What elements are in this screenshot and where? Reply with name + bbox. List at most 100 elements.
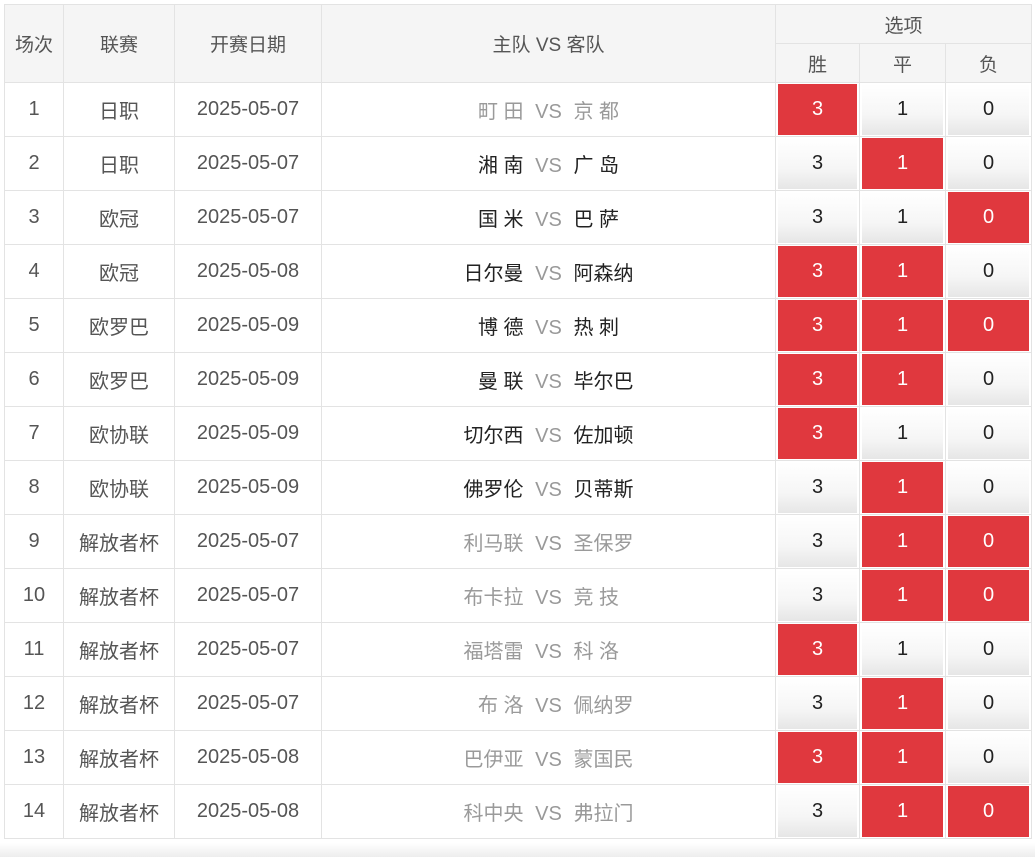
table-row: 4 欧冠 2025-05-08 日尔曼 VS 阿森纳 3 1 0 <box>4 244 1033 299</box>
option-lose-button[interactable]: 0 <box>948 624 1030 675</box>
match-date: 2025-05-08 <box>174 730 322 785</box>
option-draw-cell: 1 <box>859 730 946 785</box>
option-lose-button[interactable]: 0 <box>948 84 1030 135</box>
option-draw-cell: 1 <box>859 82 946 137</box>
option-draw-button[interactable]: 1 <box>862 732 943 783</box>
bottom-fade <box>0 843 1035 857</box>
option-draw-button[interactable]: 1 <box>862 678 943 729</box>
option-draw-button[interactable]: 1 <box>862 516 943 567</box>
option-lose-cell: 0 <box>944 352 1033 407</box>
table-row: 10 解放者杯 2025-05-07 布卡拉 VS 竞 技310 <box>4 568 1033 623</box>
table-row: 13 解放者杯 2025-05-08 巴伊亚 VS 蒙国民 3 1 0 <box>4 730 1033 785</box>
match-index: 6 <box>4 352 64 407</box>
option-draw-button[interactable]: 1 <box>862 408 943 459</box>
match-index: 2 <box>4 136 64 191</box>
home-team: 博 德 <box>477 317 524 339</box>
option-lose-button[interactable]: 0 <box>948 408 1030 459</box>
header-options: 选项 <box>774 4 1033 44</box>
option-win-cell: 3 <box>775 136 860 191</box>
match-date: 2025-05-08 <box>174 784 322 839</box>
match-index: 5 <box>4 298 64 353</box>
league-name: 解放者杯 <box>63 514 175 569</box>
option-win-cell: 3 <box>775 244 860 299</box>
away-team: 佐加顿 <box>573 425 634 447</box>
option-draw-button[interactable]: 1 <box>862 192 943 243</box>
option-win-cell: 3 <box>775 406 860 461</box>
option-win-button[interactable]: 3 <box>778 624 857 675</box>
option-draw-button[interactable]: 1 <box>862 786 943 837</box>
home-team: 布 洛 <box>477 695 524 717</box>
option-win-button[interactable]: 3 <box>778 354 857 405</box>
option-win-button[interactable]: 3 <box>778 192 857 243</box>
match-index: 4 <box>4 244 64 299</box>
home-team: 福塔雷 <box>463 641 524 663</box>
table-row: 2 日职 2025-05-07 湘 南 VS 广 岛 310 <box>4 136 1033 191</box>
league-name: 欧冠 <box>63 190 175 245</box>
option-lose-cell: 0 <box>944 190 1033 245</box>
vs-label: VS <box>535 155 562 177</box>
option-lose-button[interactable]: 0 <box>948 516 1030 567</box>
option-draw-button[interactable]: 1 <box>862 354 943 405</box>
option-lose-button[interactable]: 0 <box>948 732 1030 783</box>
match-teams: 布卡拉 VS 竞 技 <box>321 568 776 623</box>
option-draw-button[interactable]: 1 <box>862 624 943 675</box>
option-win-cell: 3 <box>775 622 860 677</box>
option-draw-button[interactable]: 1 <box>862 570 943 621</box>
option-win-button[interactable]: 3 <box>778 516 857 567</box>
match-teams: 利马联 VS 圣保罗 <box>321 514 776 569</box>
table-row: 12 解放者杯 2025-05-07 布 洛 VS 佩纳罗 3 1 0 <box>4 676 1033 731</box>
option-lose-cell: 0 <box>944 460 1033 515</box>
option-win-button[interactable]: 3 <box>778 300 857 351</box>
option-win-button[interactable]: 3 <box>778 732 857 783</box>
option-win-button[interactable]: 3 <box>778 84 857 135</box>
vs-label: VS <box>535 209 562 231</box>
option-lose-button[interactable]: 0 <box>948 354 1030 405</box>
option-lose-button[interactable]: 0 <box>948 192 1030 243</box>
table-row: 14 解放者杯 2025-05-08 科中央 VS 弗拉门 3 1 0 <box>4 784 1033 839</box>
vs-label: VS <box>535 749 562 771</box>
option-win-cell: 3 <box>775 676 860 731</box>
option-lose-cell: 0 <box>944 622 1033 677</box>
vs-label: VS <box>535 101 562 123</box>
table-row: 8 欧协联 2025-05-09 佛罗伦 VS 贝蒂斯 3 1 0 <box>4 460 1033 515</box>
option-lose-button[interactable]: 0 <box>948 786 1030 837</box>
option-lose-button[interactable]: 0 <box>948 462 1030 513</box>
match-index: 7 <box>4 406 64 461</box>
option-draw-button[interactable]: 1 <box>862 246 943 297</box>
table-header: 场次 联赛 开赛日期 主队 VS 客队 选项 胜 平 负 <box>4 4 1033 83</box>
option-win-button[interactable]: 3 <box>778 408 857 459</box>
table-body: 1 日职 2025-05-07 町 田 VS 京 都 3 1 0 2 日职 2025-05-07 湘 南… <box>4 82 1033 839</box>
match-date: 2025-05-09 <box>174 406 322 461</box>
option-win-button[interactable]: 3 <box>778 462 857 513</box>
option-win-cell: 3 <box>775 784 860 839</box>
league-name: 日职 <box>63 82 175 137</box>
option-win-button[interactable]: 3 <box>778 786 857 837</box>
home-team: 利马联 <box>463 533 524 555</box>
option-lose-cell: 0 <box>944 730 1033 785</box>
match-index: 9 <box>4 514 64 569</box>
option-win-button[interactable]: 3 <box>778 678 857 729</box>
match-index: 12 <box>4 676 64 731</box>
option-lose-button[interactable]: 0 <box>948 678 1030 729</box>
home-team: 湘 南 <box>477 155 524 177</box>
option-draw-button[interactable]: 1 <box>862 138 943 189</box>
league-name: 解放者杯 <box>63 784 175 839</box>
away-team: 贝蒂斯 <box>573 479 634 501</box>
option-lose-button[interactable]: 0 <box>948 300 1030 351</box>
option-lose-button[interactable]: 0 <box>948 570 1030 621</box>
league-name: 欧罗巴 <box>63 352 175 407</box>
league-name: 解放者杯 <box>63 676 175 731</box>
option-draw-button[interactable]: 1 <box>862 462 943 513</box>
option-draw-cell: 1 <box>859 784 946 839</box>
option-win-cell: 3 <box>775 460 860 515</box>
option-draw-button[interactable]: 1 <box>862 300 943 351</box>
home-team: 曼 联 <box>477 371 524 393</box>
option-win-button[interactable]: 3 <box>778 570 857 621</box>
option-win-button[interactable]: 3 <box>778 138 857 189</box>
away-team: 热 刺 <box>573 317 620 339</box>
option-lose-button[interactable]: 0 <box>948 138 1030 189</box>
option-win-cell: 3 <box>775 352 860 407</box>
option-draw-button[interactable]: 1 <box>862 84 943 135</box>
option-win-button[interactable]: 3 <box>778 246 857 297</box>
option-lose-button[interactable]: 0 <box>948 246 1030 297</box>
